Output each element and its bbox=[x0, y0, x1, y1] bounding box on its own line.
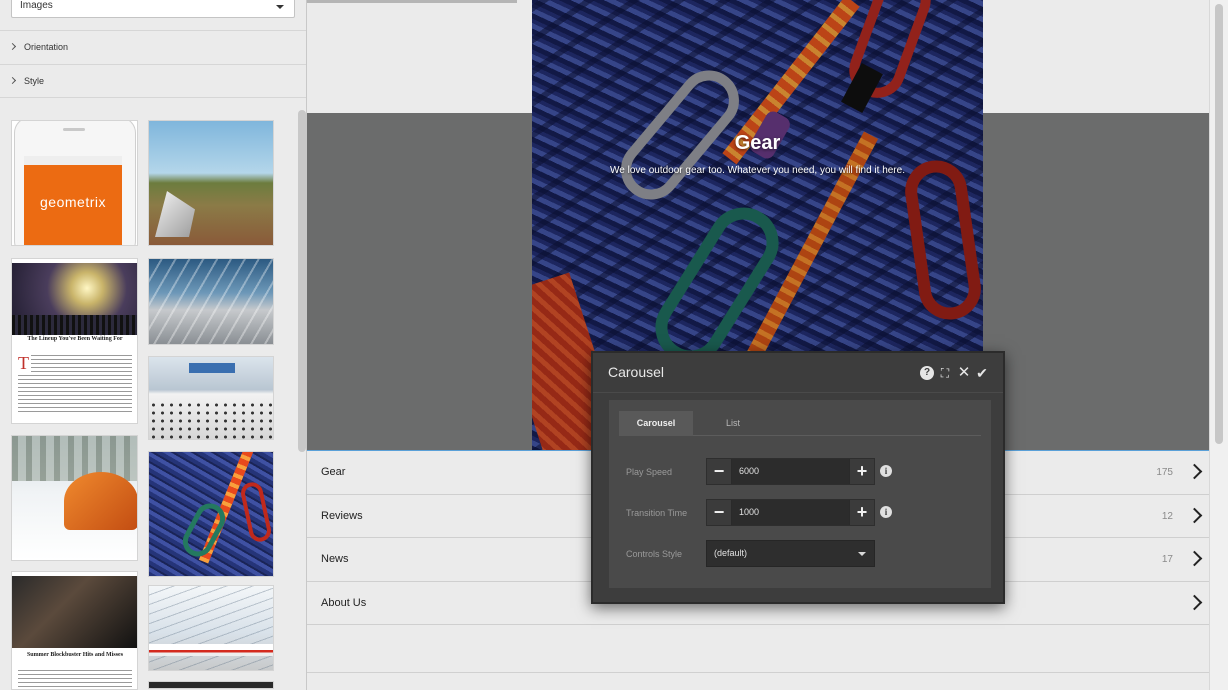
chevron-down-icon bbox=[276, 5, 284, 9]
article-headline: The Lineup You've Been Waiting For bbox=[27, 336, 123, 342]
article-dropcap: T bbox=[18, 353, 31, 373]
dialog-header[interactable]: Carousel ? ⛶ ✕ ✔ bbox=[593, 353, 1003, 393]
movie-photo bbox=[12, 576, 137, 648]
chevron-right-icon bbox=[8, 42, 17, 51]
asset-thumbnail-movie-article[interactable]: Summer Blockbuster Hits and Misses bbox=[11, 571, 138, 690]
dialog-tabs: Carousel List bbox=[619, 411, 981, 436]
hall-people bbox=[149, 401, 273, 439]
asset-thumbnail-ropes[interactable] bbox=[148, 451, 274, 577]
preview-scrollbar[interactable] bbox=[1209, 0, 1228, 690]
orientation-filter[interactable]: Orientation bbox=[0, 30, 306, 64]
play-speed-label: Play Speed bbox=[626, 467, 673, 477]
orientation-label: Orientation bbox=[24, 42, 69, 52]
transition-time-stepper: − 1000 + bbox=[706, 499, 875, 526]
list-item-count: 17 bbox=[1161, 554, 1173, 565]
decrement-button[interactable]: − bbox=[707, 459, 732, 484]
station-structure bbox=[149, 259, 273, 344]
increment-button[interactable]: + bbox=[849, 500, 874, 525]
tent-image bbox=[155, 191, 195, 237]
style-filter[interactable]: Style bbox=[0, 64, 306, 98]
tab-list[interactable]: List bbox=[703, 411, 763, 436]
chevron-right-icon bbox=[1186, 550, 1203, 567]
fullscreen-icon[interactable]: ⛶ bbox=[938, 366, 952, 380]
controls-style-label: Controls Style bbox=[626, 549, 683, 559]
article-body-lines bbox=[18, 355, 132, 415]
asset-thumbnail-snow-tent[interactable] bbox=[11, 435, 138, 561]
asset-type-select[interactable]: Images bbox=[11, 0, 295, 18]
asset-thumbnail-phone[interactable]: geometrix bbox=[11, 120, 138, 246]
info-icon[interactable]: i bbox=[880, 465, 892, 477]
checkmark-icon[interactable]: ✔ bbox=[975, 366, 989, 380]
asset-panel: Images Orientation Style geometrix The L… bbox=[0, 0, 307, 690]
phone-screen-brand: geometrix bbox=[24, 165, 122, 245]
article-headline: Summer Blockbuster Hits and Misses bbox=[26, 652, 124, 658]
asset-thumbnail-grid: geometrix The Lineup You've Been Waiting… bbox=[0, 110, 296, 690]
list-item-label: About Us bbox=[321, 596, 367, 609]
footer-divider bbox=[307, 672, 1209, 673]
asset-thumbnail-concert-article[interactable]: The Lineup You've Been Waiting For T bbox=[11, 258, 138, 424]
asset-thumbnail-train[interactable] bbox=[148, 585, 274, 671]
play-speed-stepper: − 6000 + bbox=[706, 458, 875, 485]
chevron-right-icon bbox=[8, 76, 17, 85]
decrement-button[interactable]: − bbox=[707, 500, 732, 525]
train-image bbox=[149, 644, 273, 656]
transition-time-label: Transition Time bbox=[626, 508, 688, 518]
dialog-body: Carousel List Play Speed − 6000 + i Tran… bbox=[609, 400, 991, 588]
chevron-right-icon bbox=[1186, 594, 1203, 610]
station-roof bbox=[149, 586, 273, 670]
snowy-trees bbox=[12, 436, 137, 481]
asset-thumbnail-tent[interactable] bbox=[148, 120, 274, 246]
list-item-label: Gear bbox=[321, 466, 346, 478]
hero-title: Gear bbox=[734, 132, 781, 154]
help-icon[interactable]: ? bbox=[920, 366, 934, 380]
crowd-silhouette bbox=[12, 315, 137, 335]
list-item-count: 175 bbox=[1156, 467, 1173, 478]
dialog-title: Carousel bbox=[608, 364, 665, 380]
asset-type-value: Images bbox=[20, 0, 53, 11]
chevron-down-icon bbox=[858, 552, 866, 556]
carousel-dialog: Carousel ? ⛶ ✕ ✔ Carousel List Play Spee… bbox=[591, 351, 1005, 604]
asset-thumbnail-station[interactable] bbox=[148, 258, 274, 345]
tab-carousel[interactable]: Carousel bbox=[619, 411, 693, 436]
asset-panel-scrollbar[interactable] bbox=[298, 110, 306, 452]
asset-thumbnail-partial[interactable] bbox=[148, 681, 274, 689]
close-icon[interactable]: ✕ bbox=[957, 365, 971, 380]
carabiner-image bbox=[239, 480, 273, 544]
info-icon[interactable]: i bbox=[880, 506, 892, 518]
article-body-lines bbox=[18, 670, 132, 689]
list-item-label: News bbox=[321, 553, 349, 565]
increment-button[interactable]: + bbox=[849, 459, 874, 484]
list-item-label: Reviews bbox=[321, 509, 363, 522]
style-label: Style bbox=[24, 76, 45, 86]
controls-style-value: (default) bbox=[714, 548, 748, 558]
chevron-right-icon bbox=[1186, 507, 1203, 523]
orange-tent bbox=[64, 472, 137, 530]
preview-scrollbar-thumb[interactable] bbox=[1215, 4, 1223, 444]
list-item-count: 12 bbox=[1161, 510, 1173, 522]
asset-thumbnail-crowd-hall[interactable] bbox=[148, 356, 274, 440]
controls-style-select[interactable]: (default) bbox=[706, 540, 875, 567]
chevron-right-icon bbox=[1186, 463, 1203, 480]
transition-time-input[interactable]: 1000 bbox=[732, 500, 849, 525]
hall-sign bbox=[189, 363, 235, 373]
top-divider bbox=[307, 0, 517, 3]
phone-status-bar bbox=[24, 156, 122, 165]
hero-subtitle: We love outdoor gear too. Whatever you n… bbox=[610, 165, 905, 176]
phone-speaker bbox=[63, 128, 85, 131]
play-speed-input[interactable]: 6000 bbox=[732, 459, 849, 484]
